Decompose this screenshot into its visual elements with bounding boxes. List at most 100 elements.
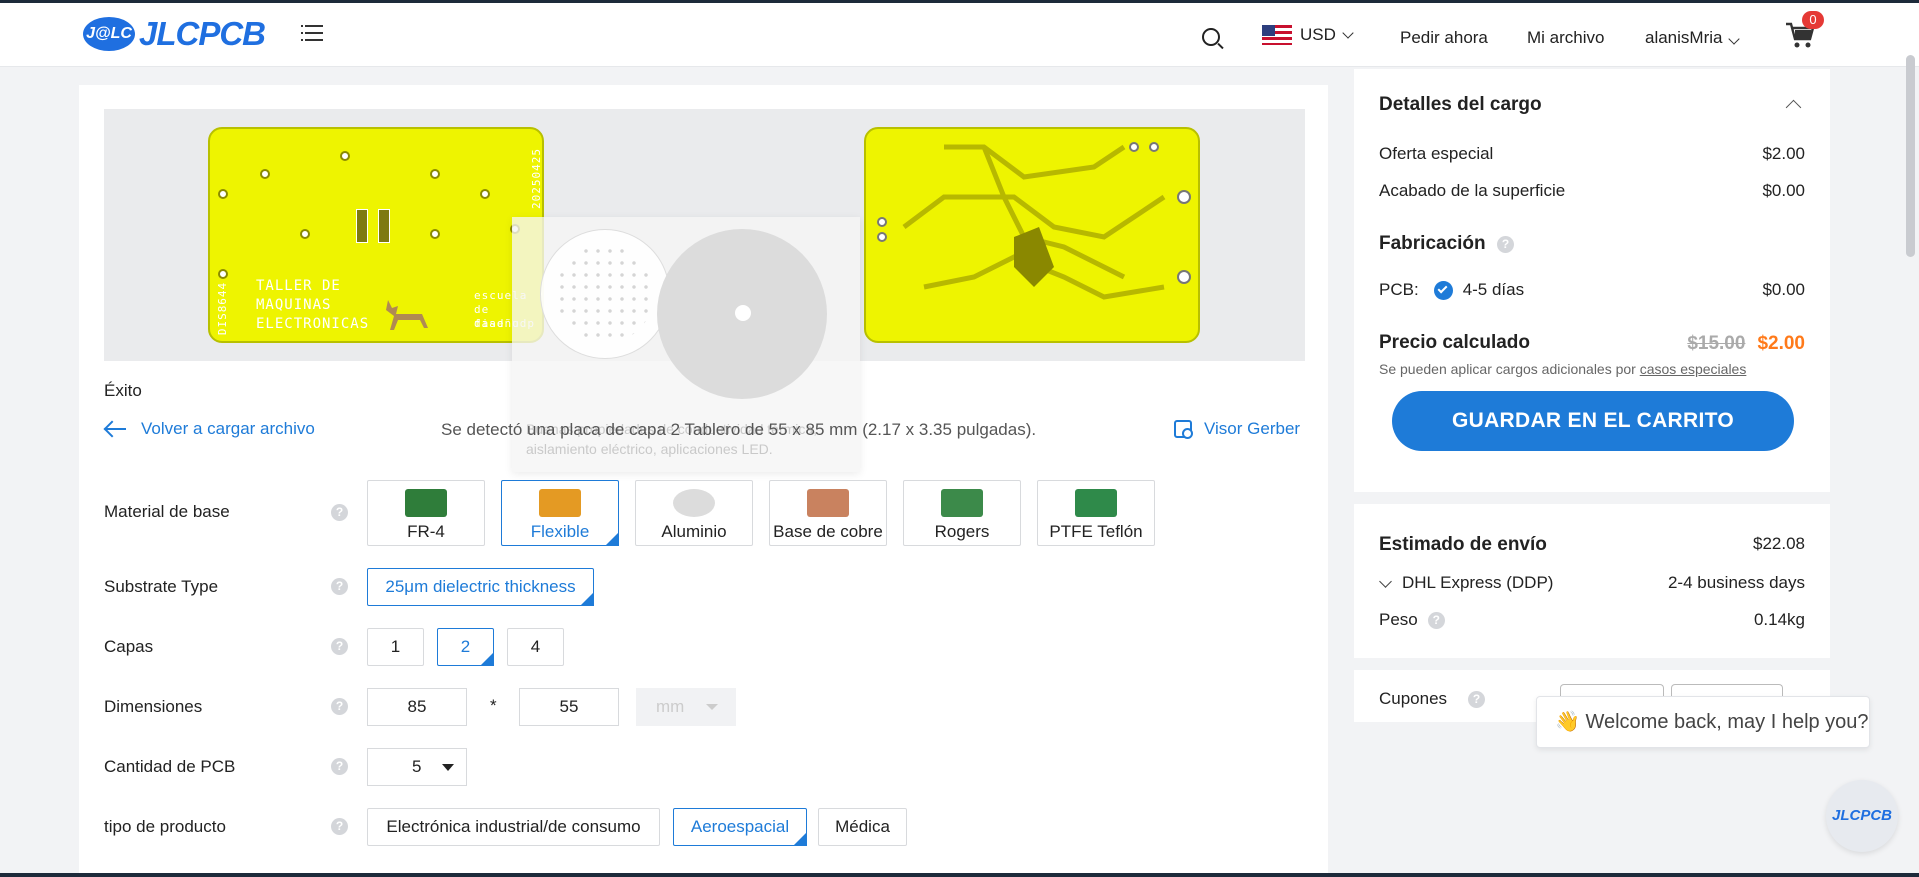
logo-text: JLCPCB bbox=[139, 15, 266, 52]
user-menu[interactable]: alanisMria bbox=[1645, 28, 1741, 48]
help-icon[interactable]: ? bbox=[331, 698, 348, 715]
chevron-down-icon bbox=[1728, 33, 1741, 45]
us-flag-icon bbox=[1262, 25, 1292, 45]
note-prefix: Se pueden aplicar cargos adicionales por bbox=[1379, 361, 1636, 377]
cart-count-badge: 0 bbox=[1802, 11, 1824, 29]
pcb-quantity-select[interactable]: 5 bbox=[367, 748, 467, 786]
pcb-days-label: 4-5 días bbox=[1462, 280, 1525, 299]
substrate-option[interactable]: 25μm dielectric thickness bbox=[367, 568, 594, 606]
product-type-aerospace[interactable]: Aeroespacial bbox=[673, 808, 807, 846]
chat-launcher-button[interactable]: JLCPCB bbox=[1826, 780, 1898, 852]
pcb-top-layer[interactable]: TALLER DE MAQUINAS ELECTRONICAS escuela … bbox=[208, 127, 544, 343]
detected-board-info: Se detectó una placa de capa 2 Tablero d… bbox=[441, 420, 1037, 439]
material-copper-base[interactable]: Base de cobre bbox=[769, 480, 887, 546]
pcb-quantity-label: Cantidad de PCB bbox=[104, 757, 236, 776]
surface-finish-value: $0.00 bbox=[1762, 181, 1805, 200]
rogers-thumbnail bbox=[941, 489, 983, 517]
material-fr4[interactable]: FR-4 bbox=[367, 480, 485, 546]
aluminum-thumbnail bbox=[673, 489, 715, 517]
page-scrollbar[interactable] bbox=[1906, 55, 1915, 257]
material-label: Base de cobre bbox=[773, 522, 883, 541]
dimension-x-input[interactable]: 85 bbox=[367, 688, 467, 726]
pcb-bottom-layer[interactable] bbox=[864, 127, 1200, 343]
surface-finish-row: Acabado de la superficie $0.00 bbox=[1379, 181, 1805, 201]
pcb-days-value: $0.00 bbox=[1762, 280, 1805, 299]
special-offer-row: Oferta especial $2.00 bbox=[1379, 144, 1805, 164]
material-label: Flexible bbox=[530, 522, 590, 541]
charge-details-title: Detalles del cargo bbox=[1379, 94, 1542, 115]
chevron-down-icon bbox=[1379, 574, 1392, 588]
reupload-link[interactable]: Volver a cargar archivo bbox=[104, 419, 315, 439]
pcb-traces bbox=[877, 142, 1191, 300]
pcb-date-code: 20250425 bbox=[529, 148, 543, 209]
new-price: $2.00 bbox=[1757, 333, 1805, 354]
top-header: J@LC JLCPCB USD Pedir ahora Mi archivo a… bbox=[0, 3, 1919, 67]
save-to-cart-button[interactable]: GUARDAR EN EL CARRITO bbox=[1392, 391, 1794, 451]
help-icon[interactable]: ? bbox=[331, 638, 348, 655]
special-cases-link[interactable]: casos especiales bbox=[1640, 361, 1747, 377]
help-icon[interactable]: ? bbox=[331, 504, 348, 521]
chevron-down-icon bbox=[1342, 26, 1354, 39]
layers-option-2[interactable]: 2 bbox=[437, 628, 494, 666]
weight-label: Peso bbox=[1379, 610, 1418, 629]
base-material-label: Material de base bbox=[104, 502, 230, 521]
help-icon[interactable]: ? bbox=[331, 818, 348, 835]
calculated-price-label: Precio calculado bbox=[1379, 332, 1531, 353]
jlcpcb-logo[interactable]: J@LC JLCPCB bbox=[83, 15, 266, 53]
shipping-days: 2-4 business days bbox=[1667, 573, 1805, 592]
shipping-title: Estimado de envío bbox=[1379, 534, 1547, 555]
chat-greeting-bubble[interactable]: 👋 Welcome back, may I help you? bbox=[1536, 696, 1870, 748]
material-aluminum[interactable]: Aluminio bbox=[635, 480, 753, 546]
layers-option-1[interactable]: 1 bbox=[367, 628, 424, 666]
reupload-label: Volver a cargar archivo bbox=[141, 419, 315, 438]
help-icon[interactable]: ? bbox=[1468, 691, 1485, 708]
special-offer-label: Oferta especial bbox=[1379, 144, 1494, 163]
help-icon[interactable]: ? bbox=[1427, 611, 1445, 629]
coupons-label: Cupones bbox=[1379, 689, 1448, 708]
gerber-viewer-label: Visor Gerber bbox=[1204, 419, 1301, 438]
layers-option-4[interactable]: 4 bbox=[507, 628, 564, 666]
product-type-medical[interactable]: Médica bbox=[818, 808, 907, 846]
shipping-estimate-card: Estimado de envío $22.08 DHL Express (DD… bbox=[1354, 504, 1830, 658]
material-rogers[interactable]: Rogers bbox=[903, 480, 1021, 546]
upload-status: Éxito bbox=[104, 381, 142, 400]
fabrication-title: Fabricación bbox=[1379, 233, 1486, 254]
material-label: FR-4 bbox=[407, 522, 445, 541]
help-icon[interactable]: ? bbox=[1497, 236, 1514, 253]
logo-badge: J@LC bbox=[83, 17, 135, 51]
flexible-thumbnail bbox=[539, 489, 581, 517]
product-type-industrial[interactable]: Electrónica industrial/de consumo bbox=[367, 808, 660, 846]
pcb-days-row: PCB: 4-5 días $0.00 bbox=[1379, 280, 1805, 300]
surface-finish-label: Acabado de la superficie bbox=[1379, 181, 1566, 200]
pcb-label-2: MAQUINAS bbox=[256, 297, 332, 313]
search-icon[interactable] bbox=[1202, 28, 1220, 46]
help-icon[interactable]: ? bbox=[331, 758, 348, 775]
dimension-unit-select[interactable]: mm bbox=[636, 688, 736, 726]
menu-icon[interactable] bbox=[303, 25, 323, 43]
dimensions-label: Dimensiones bbox=[104, 697, 203, 716]
weight-value: 0.14kg bbox=[1753, 610, 1805, 629]
gerber-viewer-link[interactable]: Visor Gerber bbox=[1174, 419, 1300, 439]
old-price: $15.00 bbox=[1687, 333, 1746, 354]
nav-order-now[interactable]: Pedir ahora bbox=[1400, 28, 1488, 48]
currency-selector[interactable]: USD bbox=[1262, 25, 1354, 45]
material-ptfe[interactable]: PTFE Teflón bbox=[1037, 480, 1155, 546]
special-offer-value: $2.00 bbox=[1762, 144, 1805, 163]
shipping-method: DHL Express (DDP) bbox=[1402, 573, 1554, 592]
dimension-separator: * bbox=[490, 696, 497, 715]
chevron-up-icon[interactable] bbox=[1785, 99, 1802, 116]
pcb-row-label: PCB: bbox=[1379, 280, 1419, 299]
material-flexible[interactable]: Flexible bbox=[501, 480, 619, 546]
shipping-method-row[interactable]: DHL Express (DDP) 2-4 business days bbox=[1379, 573, 1805, 593]
nav-my-files[interactable]: Mi archivo bbox=[1527, 28, 1604, 48]
check-circle-icon[interactable] bbox=[1433, 280, 1453, 300]
price-group: $15.00 $2.00 bbox=[1687, 333, 1805, 355]
currency-label: USD bbox=[1300, 25, 1336, 44]
material-label: Aluminio bbox=[661, 522, 727, 541]
dimension-y-input[interactable]: 55 bbox=[519, 688, 619, 726]
aluminum-disc-solid bbox=[657, 229, 827, 399]
charge-details-card: Detalles del cargo Oferta especial $2.00… bbox=[1354, 69, 1830, 492]
arrow-left-icon bbox=[104, 422, 126, 436]
help-icon[interactable]: ? bbox=[331, 578, 348, 595]
substrate-type-label: Substrate Type bbox=[104, 577, 219, 596]
